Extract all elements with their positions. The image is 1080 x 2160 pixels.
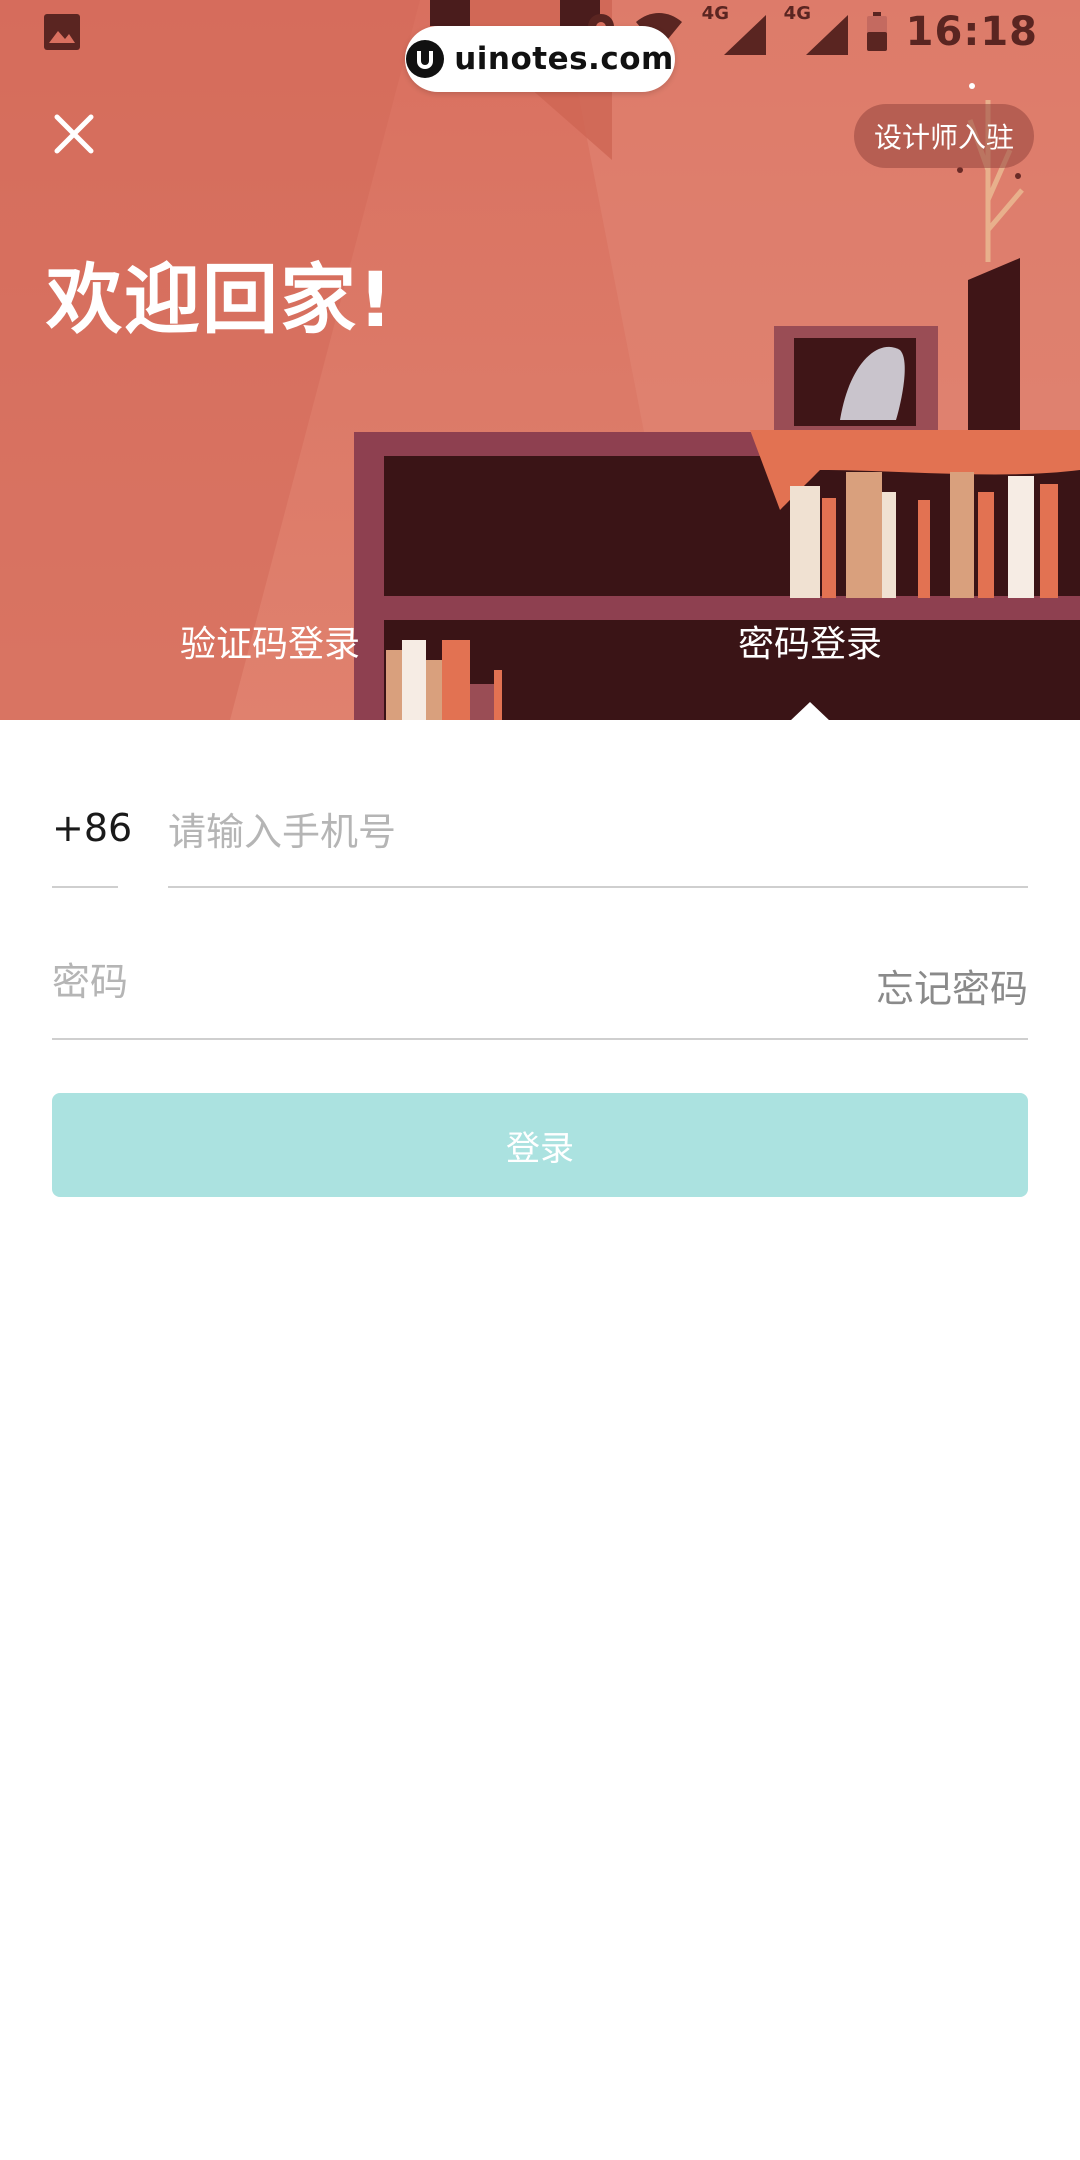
forgot-password-link[interactable]: 忘记密码 <box>876 958 1028 1013</box>
designer-join-button[interactable]: 设计师入驻 <box>854 104 1034 168</box>
watermark-badge: uinotes.com <box>405 26 675 92</box>
battery-icon <box>866 12 887 51</box>
hero-banner: 4G 4G 16:18 uinotes.com 设计师入驻 欢迎回家! 验证码登… <box>0 0 1080 720</box>
country-code-selector[interactable]: +86 <box>52 806 132 850</box>
active-tab-indicator <box>790 702 830 720</box>
close-icon <box>54 114 94 154</box>
login-button[interactable]: 登录 <box>52 1093 1028 1197</box>
country-code-underline <box>52 886 118 888</box>
password-input[interactable] <box>52 940 832 1024</box>
tab-password-login[interactable]: 密码登录 <box>700 616 920 666</box>
phone-input[interactable] <box>168 790 1028 874</box>
image-icon <box>44 14 80 50</box>
phone-input-underline <box>168 886 1028 888</box>
uinotes-logo-icon <box>406 40 445 78</box>
watermark-text: uinotes.com <box>454 41 674 77</box>
status-time: 16:18 <box>905 9 1038 55</box>
tab-verification-code-login[interactable]: 验证码登录 <box>150 616 390 666</box>
password-input-underline <box>52 1038 1028 1040</box>
close-button[interactable] <box>44 104 104 164</box>
signal-icon: 4G <box>702 3 766 55</box>
signal-icon: 4G <box>784 3 848 55</box>
welcome-title: 欢迎回家! <box>46 255 395 344</box>
